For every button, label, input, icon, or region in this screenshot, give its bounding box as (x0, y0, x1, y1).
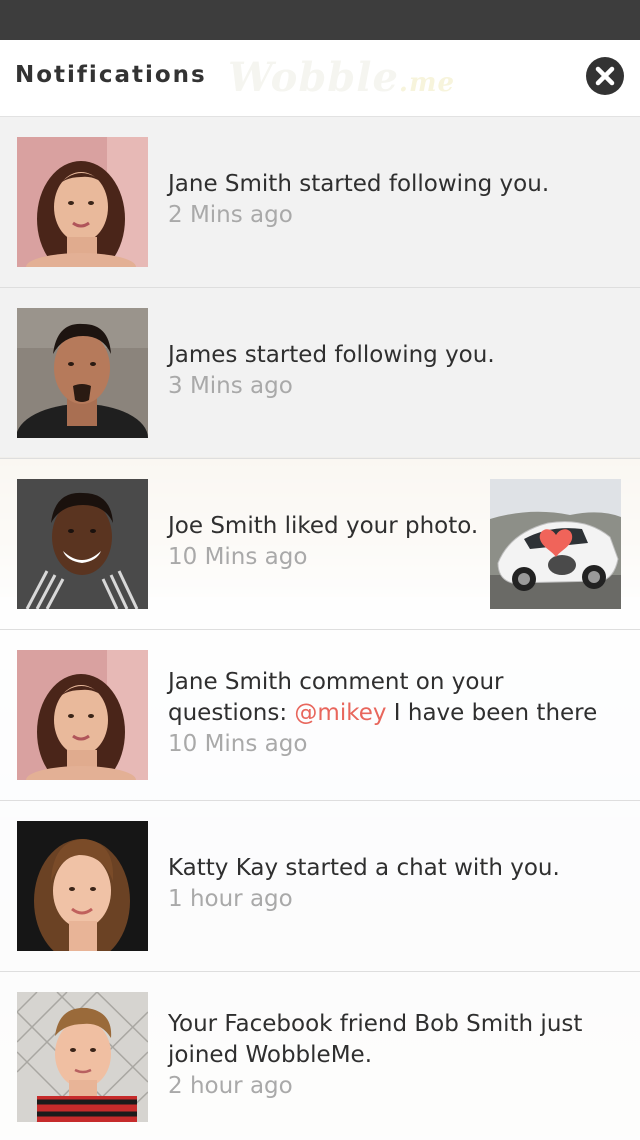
page-title: Notifications (15, 62, 207, 88)
avatar[interactable] (17, 992, 148, 1122)
notification-time: 10 Mins ago (168, 731, 308, 757)
avatar[interactable] (17, 650, 148, 780)
notification-list: Jane Smith started following you. 2 Mins… (0, 117, 640, 1140)
wobble-logo-watermark: Wobble.me (228, 54, 456, 101)
notification-time: 2 hour ago (168, 1073, 293, 1099)
notification-message-tail: I have been there (386, 700, 598, 726)
notification-time: 2 Mins ago (168, 202, 293, 228)
notification-item[interactable]: Your Facebook friend Bob Smith just join… (0, 972, 640, 1140)
notification-text: Your Facebook friend Bob Smith just join… (168, 1009, 598, 1102)
notification-item[interactable]: James started following you. 3 Mins ago (0, 288, 640, 459)
notification-time: 10 Mins ago (168, 544, 308, 570)
avatar[interactable] (17, 137, 148, 267)
mention-link[interactable]: @mikey (294, 700, 386, 726)
notification-time: 3 Mins ago (168, 373, 293, 399)
notification-text: James started following you. 3 Mins ago (168, 340, 598, 402)
notification-item[interactable]: Jane Smith comment on your questions: @m… (0, 630, 640, 801)
notification-text: Katty Kay started a chat with you. 1 hou… (168, 853, 598, 915)
close-button[interactable] (586, 57, 624, 95)
close-icon (595, 66, 615, 86)
status-bar (0, 0, 640, 40)
avatar[interactable] (17, 479, 148, 609)
notification-message: Your Facebook friend Bob Smith just join… (168, 1011, 583, 1068)
notification-item[interactable]: Jane Smith started following you. 2 Mins… (0, 117, 640, 288)
notification-item[interactable]: Joe Smith liked your photo. 10 Mins ago (0, 459, 640, 630)
avatar[interactable] (17, 821, 148, 951)
avatar[interactable] (17, 308, 148, 438)
notification-message: James started following you. (168, 342, 495, 368)
notifications-header: Wobble.me Notifications (0, 40, 640, 117)
notification-message: Katty Kay started a chat with you. (168, 855, 560, 881)
notification-text: Jane Smith started following you. 2 Mins… (168, 169, 598, 231)
notification-item[interactable]: Katty Kay started a chat with you. 1 hou… (0, 801, 640, 972)
notification-message: Jane Smith started following you. (168, 171, 550, 197)
liked-photo-thumbnail[interactable] (490, 479, 621, 609)
notification-text: Jane Smith comment on your questions: @m… (168, 667, 598, 760)
notification-time: 1 hour ago (168, 886, 293, 912)
notification-text: Joe Smith liked your photo. 10 Mins ago (168, 511, 488, 573)
notification-message: Joe Smith liked your photo. (168, 513, 479, 539)
